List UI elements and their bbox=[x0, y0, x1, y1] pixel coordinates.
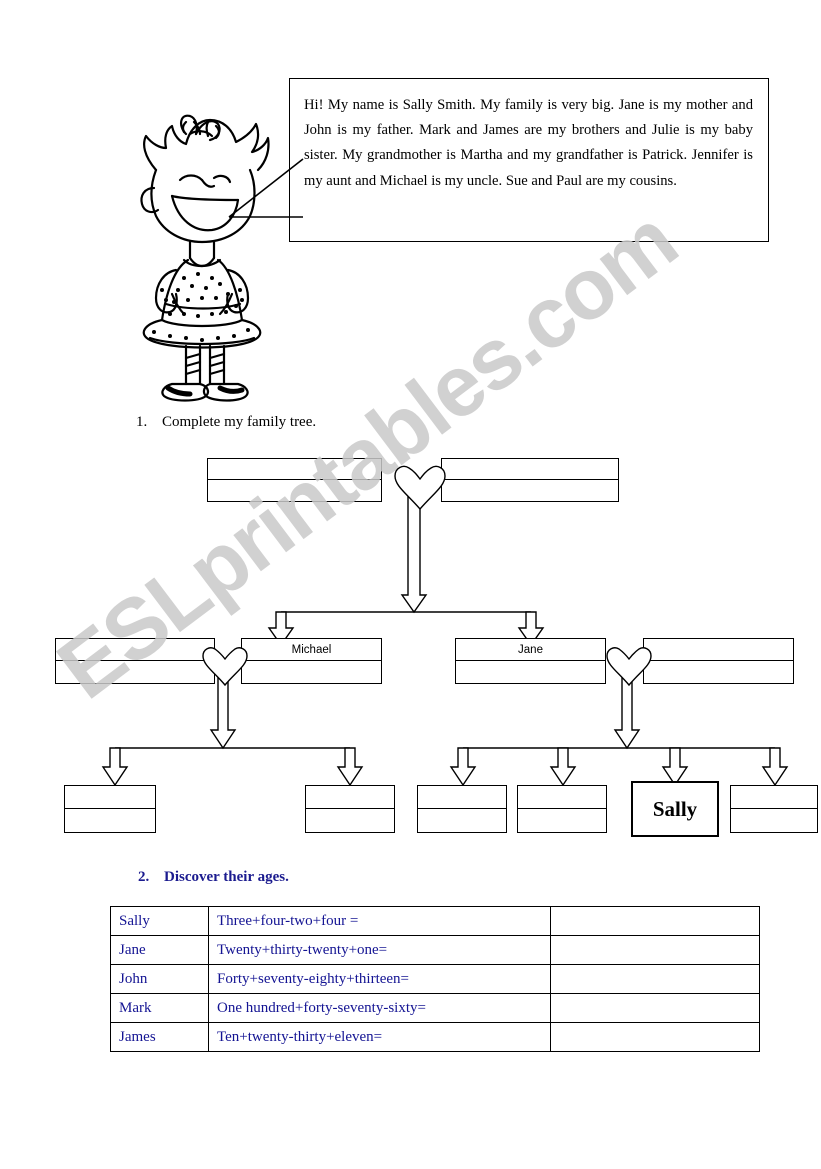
task-2-label: Discover their ages. bbox=[164, 869, 289, 885]
intro-text: Hi! My name is Sally Smith. My family is… bbox=[304, 97, 753, 189]
tree-cell-g3-sally: Sally bbox=[652, 796, 698, 821]
ages-name-4: James bbox=[109, 1022, 210, 1052]
ages-expression-4: Ten+twenty-thirty+eleven= bbox=[208, 1022, 551, 1052]
task-2-instruction: 2. Discover their ages. bbox=[138, 869, 289, 886]
table-row: Jane Twenty+thirty-twenty+one= bbox=[109, 935, 761, 965]
ages-expression-3: One hundred+forty-seventy-sixty= bbox=[208, 993, 551, 1023]
tree-cell-g2-michael-bottom[interactable] bbox=[242, 661, 381, 683]
tree-cell-g2-jane-bottom[interactable] bbox=[456, 661, 605, 683]
table-row: Sally Three+four-two+four = bbox=[109, 906, 761, 936]
tree-cell-g2-michael-top[interactable]: Michael bbox=[242, 639, 381, 661]
ages-name-0: Sally bbox=[109, 906, 210, 936]
ages-name-2: John bbox=[109, 964, 210, 994]
tree-cell-g3-2-top[interactable] bbox=[306, 786, 394, 809]
tree-box-g3-6[interactable] bbox=[730, 785, 818, 833]
speech-bubble-tail bbox=[228, 158, 304, 218]
tree-cell-g2-4-bottom[interactable] bbox=[644, 661, 793, 683]
ages-name-1: Jane bbox=[109, 935, 210, 965]
tree-cell-g3-1-bottom[interactable] bbox=[65, 809, 155, 832]
ages-answer-1[interactable] bbox=[549, 935, 761, 965]
tree-cell-g3-6-top[interactable] bbox=[731, 786, 817, 809]
tree-box-g3-sally[interactable]: Sally bbox=[631, 781, 719, 837]
tree-cell-g3-4-top[interactable] bbox=[518, 786, 606, 809]
ages-answer-0[interactable] bbox=[549, 906, 761, 936]
tree-cell-g3-3-bottom[interactable] bbox=[418, 809, 506, 832]
tree-box-g3-4[interactable] bbox=[517, 785, 607, 833]
table-row: James Ten+twenty-thirty+eleven= bbox=[109, 1022, 761, 1052]
ages-answer-2[interactable] bbox=[549, 964, 761, 994]
table-row: Mark One hundred+forty-seventy-sixty= bbox=[109, 993, 761, 1023]
tree-box-g3-2[interactable] bbox=[305, 785, 395, 833]
tree-box-g2-michael[interactable]: Michael bbox=[241, 638, 382, 684]
ages-table: Sally Three+four-two+four = Jane Twenty+… bbox=[109, 906, 761, 1052]
tree-cell-g3-2-bottom[interactable] bbox=[306, 809, 394, 832]
task-2-number: 2. bbox=[138, 869, 150, 885]
ages-answer-3[interactable] bbox=[549, 993, 761, 1023]
task-1-label: Complete my family tree. bbox=[162, 414, 317, 430]
speech-bubble: Hi! My name is Sally Smith. My family is… bbox=[289, 78, 769, 242]
tree-cell-g2-4-top[interactable] bbox=[644, 639, 793, 661]
ages-name-3: Mark bbox=[109, 993, 210, 1023]
tree-box-g2-4[interactable] bbox=[643, 638, 794, 684]
tree-cell-g3-1-top[interactable] bbox=[65, 786, 155, 809]
tree-cell-g2-jane-top[interactable]: Jane bbox=[456, 639, 605, 661]
ages-expression-0: Three+four-two+four = bbox=[208, 906, 551, 936]
task-1-number: 1. bbox=[136, 414, 148, 430]
ages-expression-2: Forty+seventy-eighty+thirteen= bbox=[208, 964, 551, 994]
tree-box-g2-jane[interactable]: Jane bbox=[455, 638, 606, 684]
tree-cell-g3-3-top[interactable] bbox=[418, 786, 506, 809]
tree-cell-g3-4-bottom[interactable] bbox=[518, 809, 606, 832]
tree-box-g3-1[interactable] bbox=[64, 785, 156, 833]
worksheet-page: ESLprintables.com Hi! My name is Sally S… bbox=[0, 0, 821, 1169]
task-1-instruction: 1. Complete my family tree. bbox=[136, 414, 316, 431]
tree-cell-g3-6-bottom[interactable] bbox=[731, 809, 817, 832]
tree-cell-g1-right-bottom[interactable] bbox=[442, 480, 618, 501]
ages-expression-1: Twenty+thirty-twenty+one= bbox=[208, 935, 551, 965]
tree-cell-g1-right-top[interactable] bbox=[442, 459, 618, 480]
tree-box-g1-right[interactable] bbox=[441, 458, 619, 502]
tree-box-g3-3[interactable] bbox=[417, 785, 507, 833]
ages-answer-4[interactable] bbox=[549, 1022, 761, 1052]
sally-character-illustration bbox=[128, 108, 276, 404]
table-row: John Forty+seventy-eighty+thirteen= bbox=[109, 964, 761, 994]
